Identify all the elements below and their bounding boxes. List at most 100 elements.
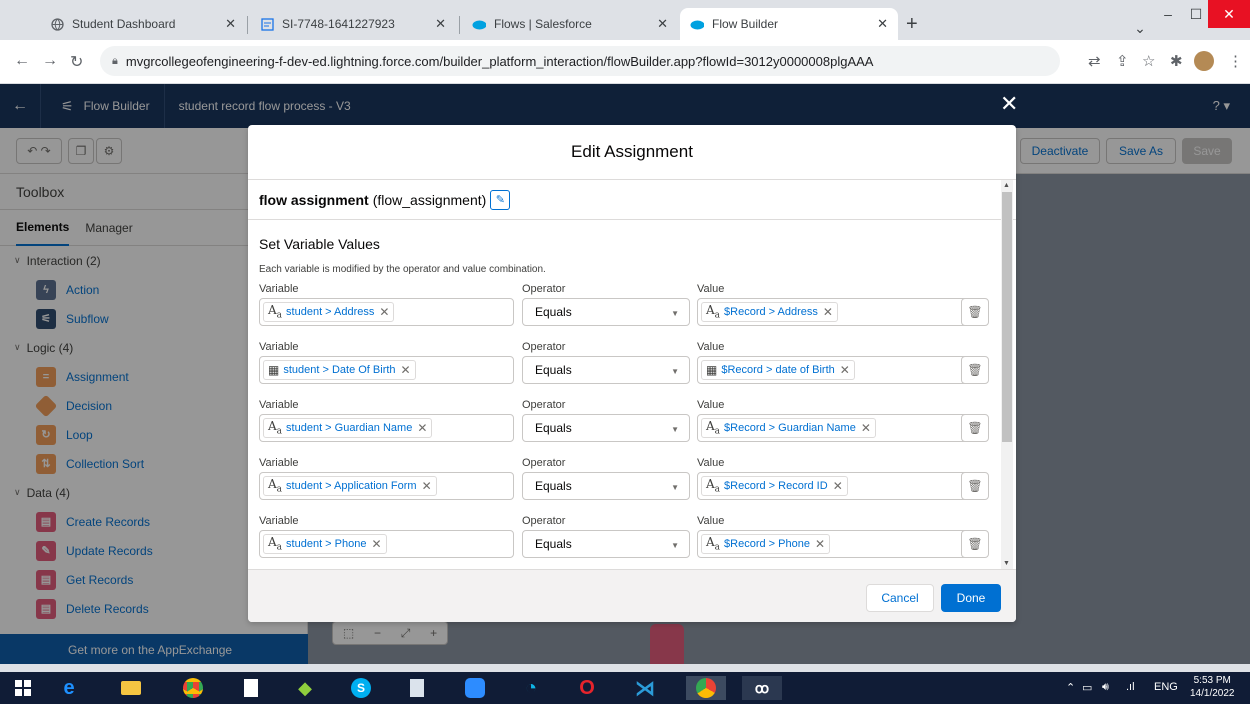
save-button[interactable]: Save: [1182, 138, 1232, 164]
opera-icon[interactable]: O: [572, 676, 602, 700]
remove-pill-icon[interactable]: ✕: [417, 421, 427, 435]
back-arrow-icon[interactable]: ←: [0, 97, 40, 115]
browser-tab-flow-builder[interactable]: Flow Builder ✕: [680, 8, 898, 40]
notepad-icon[interactable]: [236, 676, 266, 700]
value-pill[interactable]: Aa $Record > Phone ✕: [701, 534, 831, 554]
share-icon[interactable]: ⇪: [1116, 52, 1129, 70]
window-close-button[interactable]: ✕: [1208, 0, 1250, 28]
zoom-out-icon[interactable]: −: [374, 626, 381, 640]
reload-icon[interactable]: ↻: [70, 52, 83, 72]
value-pill[interactable]: ▦ $Record > date of Birth ✕: [701, 360, 855, 380]
select-elements-icon[interactable]: ⬚: [343, 626, 354, 640]
zoom-icon[interactable]: [460, 676, 490, 700]
back-icon[interactable]: ←: [14, 52, 30, 70]
url-field[interactable]: 🔒︎ mvgrcollegeofengineering-f-dev-ed.lig…: [100, 46, 1060, 76]
save-as-button[interactable]: Save As: [1106, 138, 1176, 164]
delete-row-trash-icon[interactable]: 🗑︎: [961, 414, 989, 442]
delete-row-trash-icon[interactable]: 🗑︎: [961, 356, 989, 384]
variable-field[interactable]: Aa student > Phone ✕: [259, 530, 514, 558]
value-pill[interactable]: Aa $Record > Address ✕: [701, 302, 838, 322]
skype-icon[interactable]: S: [346, 676, 376, 700]
bookmark-star-icon[interactable]: ☆: [1142, 52, 1155, 70]
remove-pill-icon[interactable]: ✕: [371, 537, 381, 551]
deactivate-button[interactable]: Deactivate: [1020, 138, 1100, 164]
remove-pill-icon[interactable]: ✕: [379, 305, 389, 319]
close-tab-icon[interactable]: ✕: [435, 16, 446, 32]
modal-close-icon[interactable]: ✕: [1000, 91, 1018, 117]
done-button[interactable]: Done: [941, 584, 1001, 612]
webex-icon[interactable]: ꝏ: [742, 676, 782, 700]
edge-icon[interactable]: ◔: [516, 676, 546, 700]
remove-pill-icon[interactable]: ✕: [861, 421, 871, 435]
operator-select[interactable]: Equals ▼: [522, 356, 690, 384]
scroll-up-icon[interactable]: ▲: [1003, 182, 1010, 189]
chrome-taskbar-active-icon[interactable]: [686, 676, 726, 700]
delete-row-trash-icon[interactable]: 🗑︎: [961, 472, 989, 500]
operator-select[interactable]: Equals ▼: [522, 472, 690, 500]
tray-chevron-icon[interactable]: ⌃: [1066, 681, 1075, 694]
value-field[interactable]: Aa $Record > Phone ✕: [697, 530, 980, 558]
zoom-controls[interactable]: ⬚ − ⤢ +: [332, 621, 448, 645]
browser-tab-si[interactable]: SI-7748-1641227923 ✕: [250, 8, 456, 40]
calculator-icon[interactable]: [402, 676, 432, 700]
scrollbar-thumb[interactable]: [1002, 192, 1012, 442]
canvas-element-node[interactable]: [650, 624, 684, 664]
translate-icon[interactable]: ⇄: [1088, 52, 1101, 70]
windows-start-icon[interactable]: [8, 676, 38, 700]
settings-gear-icon[interactable]: ⚙: [96, 138, 122, 164]
variable-pill[interactable]: ▦ student > Date Of Birth ✕: [263, 360, 416, 380]
chrome-icon[interactable]: [178, 676, 208, 700]
language-indicator[interactable]: ENG: [1154, 681, 1178, 693]
remove-pill-icon[interactable]: ✕: [833, 479, 843, 493]
browser-tab-flows[interactable]: Flows | Salesforce ✕: [462, 8, 678, 40]
close-tab-icon[interactable]: ✕: [877, 16, 888, 32]
undo-redo-group[interactable]: ↶ ↷: [16, 138, 62, 164]
copy-icon[interactable]: ❐: [68, 138, 94, 164]
operator-select[interactable]: Equals ▼: [522, 298, 690, 326]
value-pill[interactable]: Aa $Record > Guardian Name ✕: [701, 418, 876, 438]
file-explorer-icon[interactable]: [116, 676, 146, 700]
vscode-icon[interactable]: ⋊: [630, 676, 660, 700]
browser-tab-student-dashboard[interactable]: Student Dashboard ✕: [40, 8, 246, 40]
profile-avatar[interactable]: [1194, 51, 1214, 71]
operator-select[interactable]: Equals ▼: [522, 530, 690, 558]
extensions-icon[interactable]: ✱: [1170, 52, 1183, 70]
system-clock[interactable]: 5:53 PM 14/1/2022: [1190, 674, 1235, 700]
remove-pill-icon[interactable]: ✕: [401, 363, 411, 377]
browser-menu-icon[interactable]: ⋮: [1228, 52, 1243, 70]
variable-field[interactable]: Aa student > Address ✕: [259, 298, 514, 326]
appexchange-link[interactable]: Get more on the AppExchange: [0, 634, 308, 664]
tab-elements[interactable]: Elements: [16, 210, 70, 246]
app-icon[interactable]: ◆: [290, 676, 320, 700]
modal-scrollbar[interactable]: ▲ ▼: [1001, 180, 1013, 569]
value-field[interactable]: Aa $Record > Guardian Name ✕: [697, 414, 980, 442]
close-tab-icon[interactable]: ✕: [225, 16, 236, 32]
close-tab-icon[interactable]: ✕: [657, 16, 668, 32]
value-field[interactable]: ▦ $Record > date of Birth ✕: [697, 356, 980, 384]
value-field[interactable]: Aa $Record > Address ✕: [697, 298, 980, 326]
cancel-button[interactable]: Cancel: [866, 584, 934, 612]
remove-pill-icon[interactable]: ✕: [422, 479, 432, 493]
network-icon[interactable]: ▭: [1082, 681, 1092, 694]
new-tab-button[interactable]: +: [906, 14, 918, 34]
variable-pill[interactable]: Aa student > Guardian Name ✕: [263, 418, 433, 438]
delete-row-trash-icon[interactable]: 🗑︎: [961, 298, 989, 326]
variable-field[interactable]: ▦ student > Date Of Birth ✕: [259, 356, 514, 384]
variable-pill[interactable]: Aa student > Application Form ✕: [263, 476, 437, 496]
forward-icon[interactable]: →: [42, 52, 58, 70]
help-menu[interactable]: ? ▾: [1213, 98, 1230, 114]
variable-pill[interactable]: Aa student > Address ✕: [263, 302, 395, 322]
fit-icon[interactable]: ⤢: [401, 626, 411, 641]
scroll-down-icon[interactable]: ▼: [1003, 560, 1010, 567]
edit-pencil-icon[interactable]: ✎: [490, 189, 511, 210]
value-pill[interactable]: Aa $Record > Record ID ✕: [701, 476, 848, 496]
remove-pill-icon[interactable]: ✕: [815, 537, 825, 551]
tab-manager[interactable]: Manager: [85, 221, 132, 235]
remove-pill-icon[interactable]: ✕: [840, 363, 850, 377]
variable-field[interactable]: Aa student > Guardian Name ✕: [259, 414, 514, 442]
delete-row-trash-icon[interactable]: 🗑︎: [961, 530, 989, 558]
volume-icon[interactable]: 🔊︎: [1102, 681, 1109, 694]
internet-explorer-icon[interactable]: e: [54, 676, 84, 700]
variable-field[interactable]: Aa student > Application Form ✕: [259, 472, 514, 500]
operator-select[interactable]: Equals ▼: [522, 414, 690, 442]
